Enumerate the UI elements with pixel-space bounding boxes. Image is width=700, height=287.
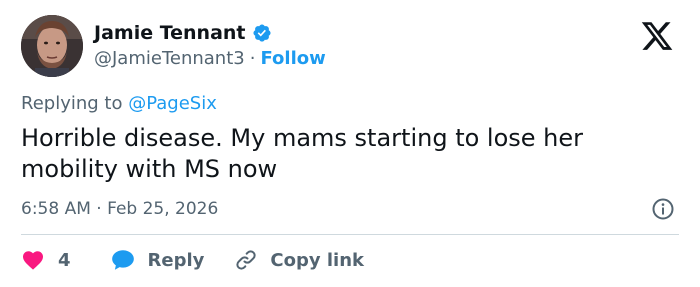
replying-to-prefix: Replying to <box>21 93 123 114</box>
divider <box>21 234 679 235</box>
timestamp-separator: · <box>96 199 102 219</box>
tweet-text: Horrible disease. My mams starting to lo… <box>21 124 584 183</box>
follow-button[interactable]: Follow <box>260 48 325 69</box>
like-count: 4 <box>58 249 71 271</box>
author-handle-row: @JamieTennant3 · Follow <box>94 48 326 69</box>
replying-to-line: Replying to @PageSix <box>21 93 217 114</box>
replying-to-mention[interactable]: @PageSix <box>128 93 217 114</box>
author-display-name[interactable]: Jamie Tennant <box>94 22 246 44</box>
reply-button[interactable]: Reply <box>110 247 205 273</box>
author-handle[interactable]: @JamieTennant3 <box>94 48 245 69</box>
handle-separator: · <box>249 48 256 69</box>
heart-icon <box>23 251 43 270</box>
avatar-photo <box>21 15 83 77</box>
tweet-timestamp[interactable]: 6:58 AM · Feb 25, 2026 <box>21 199 218 219</box>
reply-label: Reply <box>147 249 205 271</box>
like-button[interactable]: 4 <box>21 248 71 272</box>
verified-badge-icon <box>252 24 271 42</box>
x-logo-icon[interactable] <box>640 19 674 53</box>
info-icon[interactable] <box>651 197 675 221</box>
link-icon <box>236 250 257 270</box>
author-name-row: Jamie Tennant <box>94 22 272 44</box>
copy-link-label: Copy link <box>270 249 364 271</box>
speech-bubble-icon <box>111 250 134 270</box>
tweet-time: 6:58 AM <box>21 199 91 219</box>
copy-link-button[interactable]: Copy link <box>234 248 364 272</box>
avatar[interactable] <box>21 15 83 77</box>
tweet-date: Feb 25, 2026 <box>107 199 219 219</box>
action-bar: 4 Reply Copy link <box>21 247 364 273</box>
